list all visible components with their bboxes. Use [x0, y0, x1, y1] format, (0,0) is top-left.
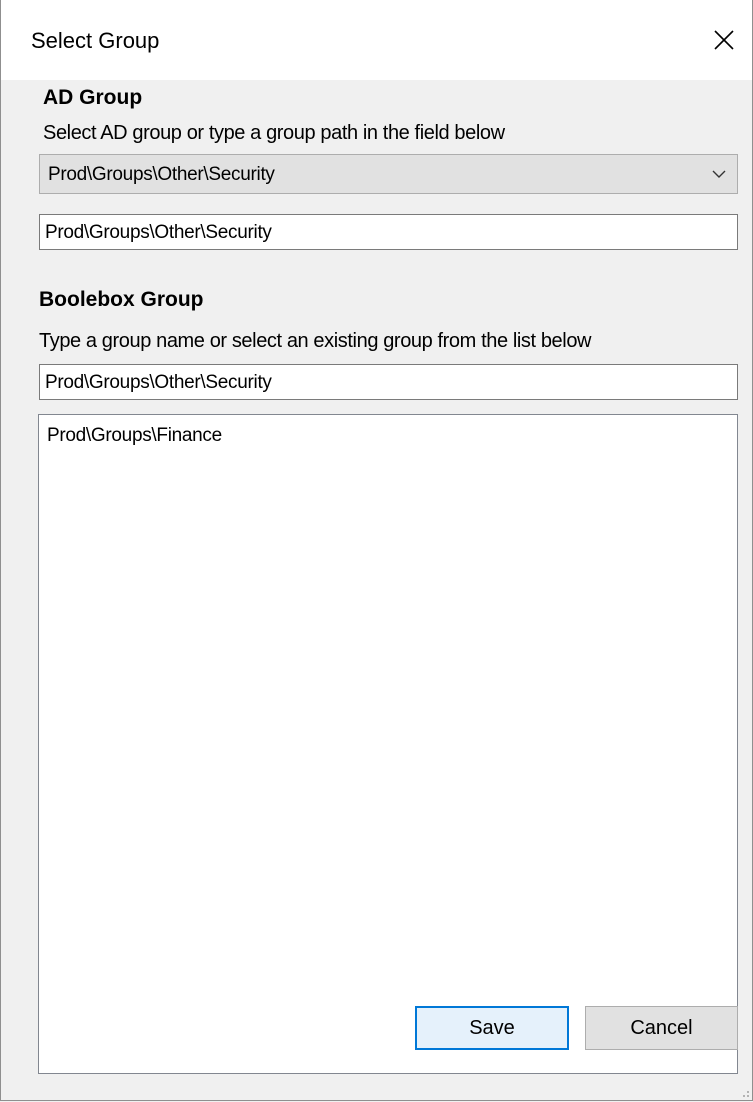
ad-group-hint: Select AD group or type a group path in … [43, 122, 505, 144]
chevron-down-icon [712, 170, 726, 178]
boolebox-group-name-input[interactable]: Prod\Groups\Other\Security [39, 364, 738, 400]
ad-group-dropdown[interactable]: Prod\Groups\Other\Security [39, 154, 738, 194]
ad-group-dropdown-value: Prod\Groups\Other\Security [48, 164, 275, 185]
resize-grip-icon[interactable] [738, 1086, 750, 1098]
select-group-dialog: Select Group AD Group Select AD group or… [0, 0, 753, 1101]
cancel-button[interactable]: Cancel [585, 1006, 738, 1050]
close-icon [714, 30, 734, 50]
ad-group-path-input[interactable]: Prod\Groups\Other\Security [39, 214, 738, 250]
close-button[interactable] [696, 0, 752, 80]
dialog-title: Select Group [31, 28, 160, 53]
dialog-content: AD Group Select AD group or type a group… [1, 80, 752, 1100]
title-bar[interactable]: Select Group [1, 0, 752, 80]
save-button[interactable]: Save [415, 1006, 569, 1050]
boolebox-group-list[interactable]: Prod\Groups\Finance [38, 414, 738, 1074]
boolebox-group-hint: Type a group name or select an existing … [39, 330, 592, 352]
list-item[interactable]: Prod\Groups\Finance [47, 425, 222, 447]
boolebox-group-heading: Boolebox Group [39, 288, 204, 311]
ad-group-heading: AD Group [43, 86, 143, 109]
